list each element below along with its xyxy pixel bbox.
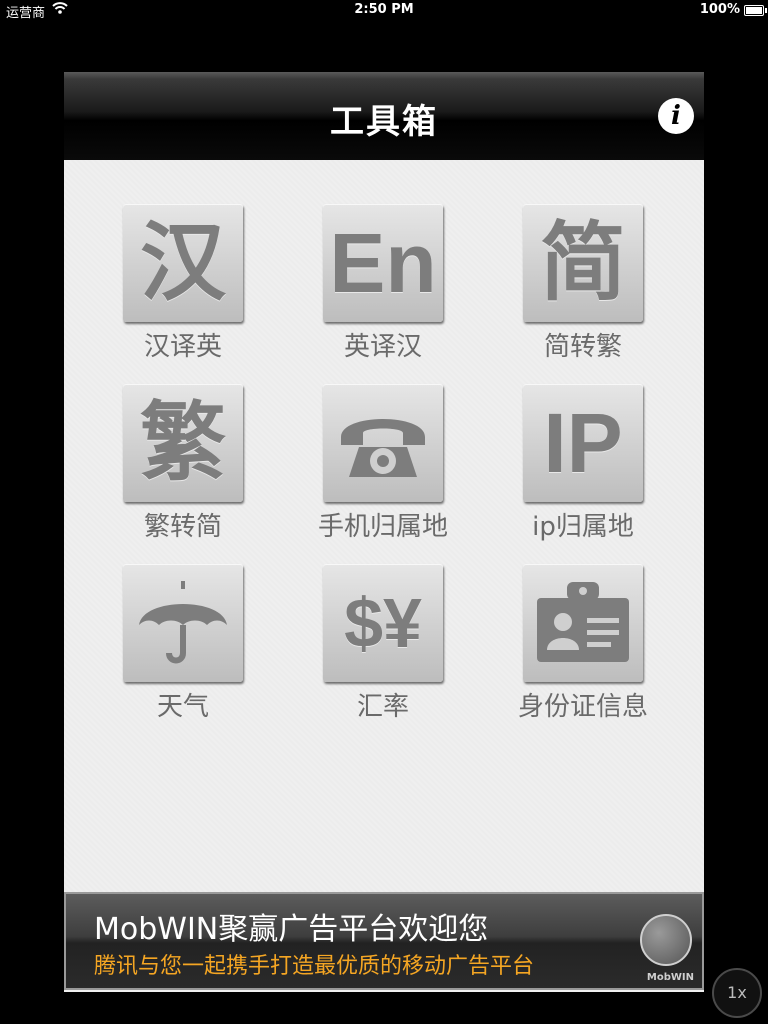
ip-text-icon[interactable]: IP — [523, 384, 643, 502]
tool-label: ip归属地 — [532, 512, 634, 542]
app-window: 工具箱 i 汉 汉译英 En 英译汉 简 简转繁 繁 繁转简 手机归属地 IP … — [64, 72, 704, 992]
tool-label: 天气 — [156, 692, 209, 722]
tool-ip-location[interactable]: IP ip归属地 — [508, 384, 658, 543]
ad-headline: MobWIN聚赢广告平台欢迎您 — [94, 912, 489, 947]
tool-label: 汉译英 — [143, 332, 222, 362]
battery-percent: 100% — [699, 2, 740, 17]
info-icon[interactable]: i — [658, 98, 694, 134]
tool-traditional-to-simplified[interactable]: 繁 繁转简 — [108, 384, 258, 543]
tool-han-to-en[interactable]: 汉 汉译英 — [108, 204, 258, 363]
tool-label: 手机归属地 — [317, 512, 448, 542]
tool-exchange-rate[interactable]: $¥ 汇率 — [308, 564, 458, 723]
ad-banner[interactable]: MobWIN聚赢广告平台欢迎您 腾讯与您一起携手打造最优质的移动广告平台 Mob… — [64, 892, 704, 990]
status-bar: 运营商 2:50 PM 100% — [0, 0, 768, 21]
id-card-icon[interactable] — [523, 564, 643, 682]
tool-phone-location[interactable]: 手机归属地 — [308, 384, 458, 543]
tool-label: 英译汉 — [343, 332, 422, 362]
ad-subtext: 腾讯与您一起携手打造最优质的移动广告平台 — [94, 954, 535, 979]
tool-id-card[interactable]: 身份证信息 — [508, 564, 658, 723]
tool-label: 身份证信息 — [517, 692, 648, 722]
tool-en-to-han[interactable]: En 英译汉 — [308, 204, 458, 363]
tool-label: 简转繁 — [543, 332, 622, 362]
tool-label: 繁转简 — [143, 512, 222, 542]
jian-char-icon[interactable]: 简 — [523, 204, 643, 322]
tool-weather[interactable]: 天气 — [108, 564, 258, 723]
umbrella-icon[interactable] — [123, 564, 243, 682]
tool-simplified-to-traditional[interactable]: 简 简转繁 — [508, 204, 658, 363]
page-title: 工具箱 — [330, 102, 438, 142]
navigation-bar: 工具箱 i — [64, 72, 704, 160]
globe-icon — [640, 914, 692, 966]
currency-icon[interactable]: $¥ — [323, 564, 443, 682]
tool-label: 汇率 — [356, 692, 409, 722]
battery-icon — [744, 5, 767, 16]
tool-grid: 汉 汉译英 En 英译汉 简 简转繁 繁 繁转简 手机归属地 IP ip归属地 … — [64, 160, 704, 892]
fan-char-icon[interactable]: 繁 — [123, 384, 243, 502]
han-char-icon[interactable]: 汉 — [123, 204, 243, 322]
en-text-icon[interactable]: En — [323, 204, 443, 322]
telephone-icon[interactable] — [323, 384, 443, 502]
ad-brand-logo: MobWIN — [646, 972, 694, 983]
zoom-button[interactable]: 1x — [712, 968, 762, 1018]
clock: 2:50 PM — [354, 2, 414, 17]
